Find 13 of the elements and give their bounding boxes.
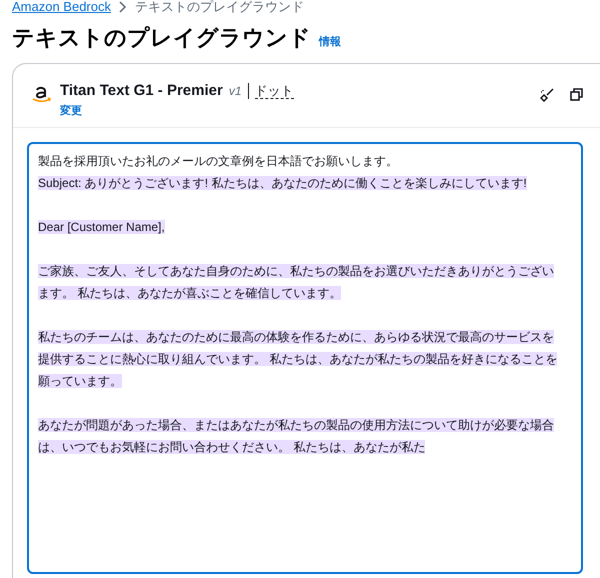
breadcrumb-current: テキストのプレイグラウンド <box>135 0 304 16</box>
breadcrumb-link[interactable]: Amazon Bedrock <box>12 0 111 17</box>
change-link[interactable]: 変更 <box>60 102 294 119</box>
info-link[interactable]: 情報 <box>319 34 341 50</box>
chevron-right-icon <box>119 1 127 13</box>
prompt-text: 製品を採用頂いたお礼のメールの文章例を日本語でお願いします。 <box>38 154 398 168</box>
model-version: v1 <box>228 83 242 100</box>
page-title: テキストのプレイグラウンド <box>12 24 311 52</box>
copy-icon[interactable] <box>570 88 583 101</box>
prompt-editor[interactable] <box>27 142 583 574</box>
model-name: Titan Text G1 - Premier <box>60 81 223 101</box>
mode-label[interactable]: ドット <box>254 83 294 100</box>
brush-icon[interactable] <box>540 88 554 102</box>
